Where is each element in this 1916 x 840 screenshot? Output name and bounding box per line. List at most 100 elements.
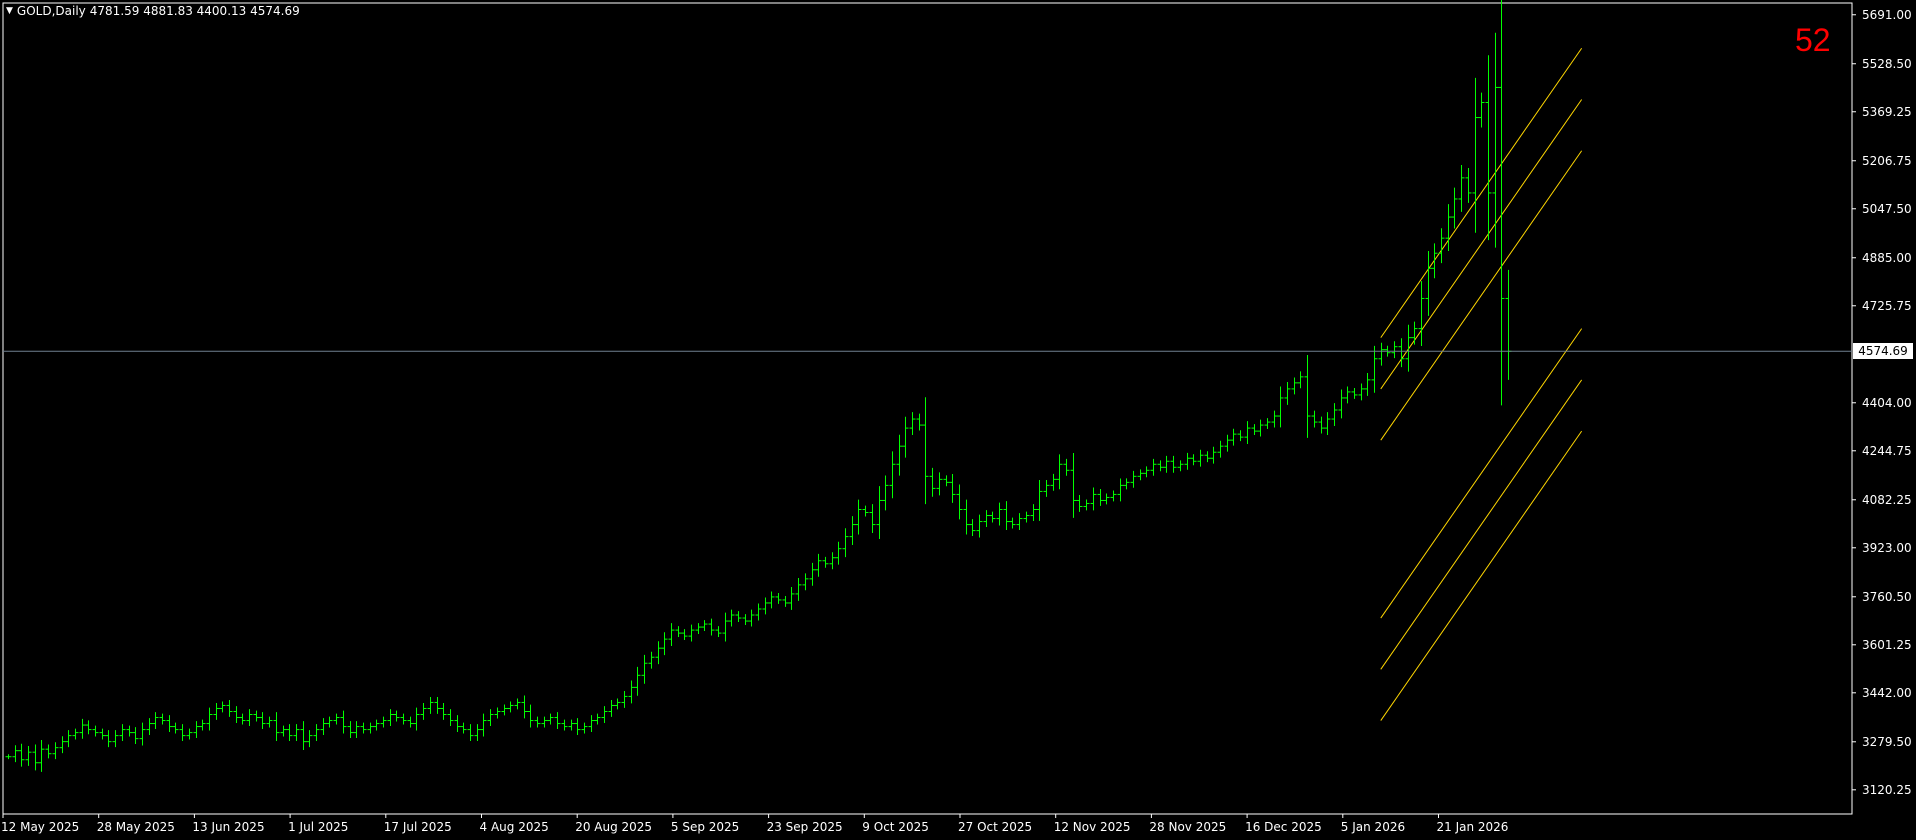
- ohlc-bar: [454, 715, 461, 732]
- ohlc-bar: [152, 712, 159, 729]
- ohlc-bar: [695, 623, 702, 635]
- ohlc-bar: [661, 632, 668, 656]
- ohlc-bar: [849, 516, 856, 546]
- ohlc-bar: [782, 596, 789, 607]
- ohlc-bar: [393, 710, 400, 722]
- ohlc-bar: [126, 725, 133, 737]
- x-tick-label: 21 Jan 2026: [1436, 820, 1509, 834]
- ohlc-bar: [822, 556, 829, 568]
- y-tick-label: 3120.25: [1862, 782, 1912, 797]
- ohlc-bar: [1150, 458, 1157, 476]
- ohlc-bar: [1277, 386, 1284, 428]
- ohlc-bar: [862, 505, 869, 517]
- channel-line[interactable]: [1380, 379, 1583, 670]
- ohlc-bar: [1438, 228, 1445, 264]
- ohlc-bar: [842, 528, 849, 558]
- ohlc-bar: [427, 697, 434, 714]
- y-tick-label: 4244.75: [1862, 443, 1912, 458]
- y-tick-label: 4082.25: [1862, 492, 1912, 507]
- ohlc-bar: [956, 484, 963, 520]
- ohlc-bar: [413, 707, 420, 731]
- ohlc-bar: [1190, 454, 1197, 466]
- chart-header: ▼ GOLD,Daily 4781.59 4881.83 4400.13 457…: [6, 4, 300, 18]
- ohlc-bar: [1405, 324, 1412, 372]
- ohlc-bar: [521, 695, 528, 719]
- ohlc-bar: [1210, 446, 1217, 464]
- ohlc-bar: [1264, 418, 1271, 430]
- x-tick-label: 23 Sep 2025: [766, 820, 843, 834]
- ohlc-bar: [326, 716, 333, 728]
- ohlc-bar: [246, 709, 253, 726]
- ohlc-bar: [641, 654, 648, 684]
- channel-line[interactable]: [1380, 430, 1583, 721]
- ohlc-bar: [748, 609, 755, 627]
- ohlc-bar: [1224, 434, 1231, 452]
- ohlc-bar: [775, 592, 782, 604]
- ohlc-bar: [18, 743, 25, 767]
- ohlc-bar: [1358, 383, 1365, 401]
- ohlc-bar: [1284, 381, 1291, 405]
- y-tick-label: 3760.50: [1862, 589, 1912, 604]
- channel-line[interactable]: [1380, 47, 1583, 338]
- ohlc-bar: [132, 727, 139, 745]
- ohlc-bar: [1009, 517, 1016, 529]
- ohlc-bar: [675, 626, 682, 638]
- ohlc-bar: [902, 416, 909, 458]
- ohlc-bar: [333, 713, 340, 725]
- ohlc-bar: [634, 666, 641, 696]
- ohlc-bar: [983, 510, 990, 527]
- ohlc-bar: [1451, 187, 1458, 229]
- ohlc-bar: [467, 724, 474, 742]
- ohlc-bar: [65, 730, 72, 748]
- ohlc-bar: [1465, 167, 1472, 203]
- collapse-arrow-icon[interactable]: ▼: [6, 6, 13, 16]
- ohlc-bar: [621, 690, 628, 708]
- ohlc-bar: [561, 719, 568, 731]
- ohlc-bar: [809, 562, 816, 586]
- ohlc-bar: [1177, 460, 1184, 472]
- ohlc-bar: [1257, 419, 1264, 437]
- ohlc-bar: [701, 620, 708, 632]
- ohlc-bar: [989, 511, 996, 523]
- ohlc-bar: [193, 721, 200, 739]
- ohlc-bar: [320, 718, 327, 736]
- plot-border: [2, 2, 1853, 815]
- y-tick-label: 4885.00: [1862, 250, 1912, 265]
- ohlc-bar: [969, 519, 976, 537]
- ohlc-bar: [628, 680, 635, 704]
- ohlc-bar: [1030, 504, 1037, 521]
- ohlc-bar: [755, 603, 762, 621]
- ohlc-bar: [38, 740, 45, 772]
- ohlc-bar: [1110, 490, 1117, 502]
- ohlc-values: 4781.59 4881.83 4400.13 4574.69: [89, 4, 300, 18]
- ohlc-bar: [1157, 460, 1164, 472]
- ohlc-bar: [889, 451, 896, 499]
- x-tick-label: 1 Jul 2025: [288, 820, 349, 834]
- ohlc-bar: [219, 701, 226, 713]
- ohlc-bar: [1217, 440, 1224, 458]
- ohlc-bar: [574, 718, 581, 736]
- channel-line[interactable]: [1380, 328, 1583, 619]
- channel-line[interactable]: [1380, 99, 1583, 390]
- ohlc-bar: [1364, 372, 1371, 396]
- ohlc-bar: [434, 697, 441, 714]
- ohlc-bar: [1291, 377, 1298, 395]
- ohlc-bar: [280, 725, 287, 737]
- ohlc-bar: [79, 718, 86, 739]
- ohlc-bar: [735, 611, 742, 622]
- ohlc-bar: [1143, 466, 1150, 478]
- x-tick-label: 27 Oct 2025: [958, 820, 1033, 834]
- x-tick-label: 16 Dec 2025: [1245, 820, 1322, 834]
- ohlc-bar: [1056, 454, 1063, 490]
- price-chart[interactable]: [0, 0, 1916, 840]
- ohlc-bar: [943, 475, 950, 487]
- ohlc-bar: [1137, 469, 1144, 481]
- ohlc-bar: [440, 703, 447, 720]
- ohlc-bar: [815, 553, 822, 577]
- ohlc-bar: [1016, 513, 1023, 530]
- x-tick-label: 5 Jan 2026: [1340, 820, 1406, 834]
- channel-line[interactable]: [1380, 150, 1583, 441]
- ohlc-bar: [541, 716, 548, 728]
- ohlc-bar: [896, 434, 903, 476]
- ohlc-bar: [1043, 479, 1050, 497]
